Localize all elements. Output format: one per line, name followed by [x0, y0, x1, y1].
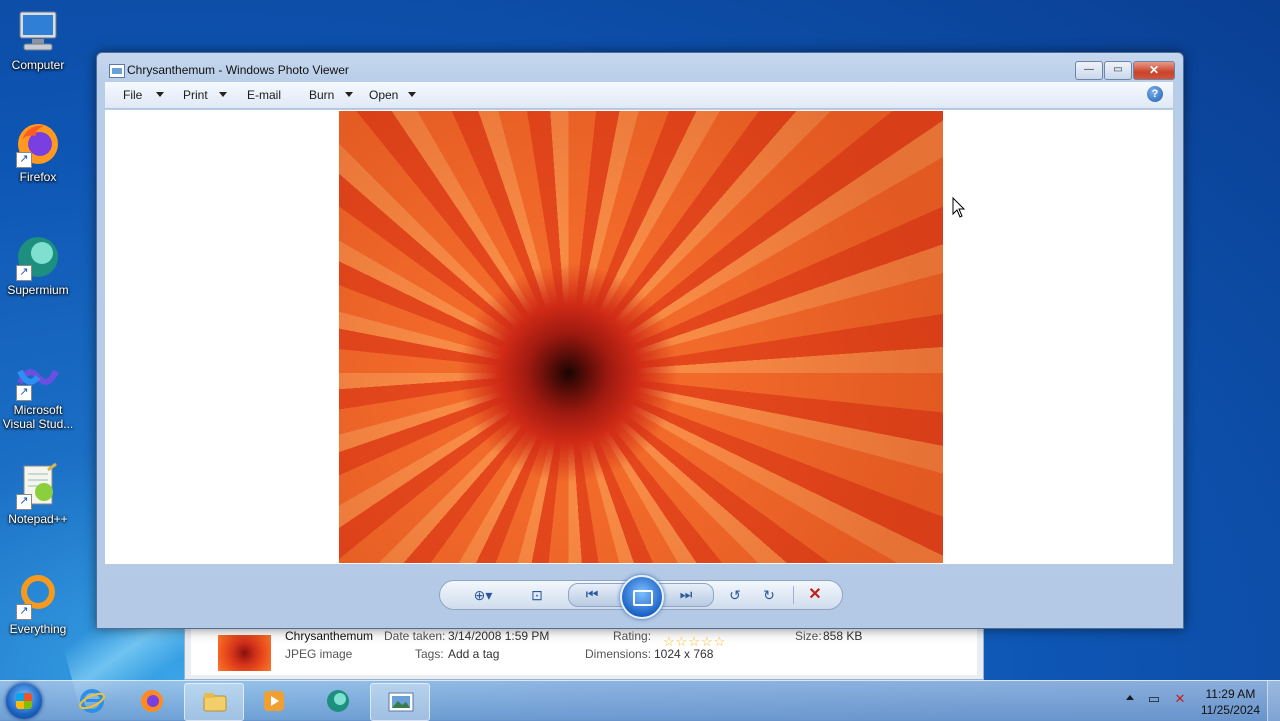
start-button[interactable]: [6, 683, 42, 719]
menu-bar: File Print E-mail Burn Open ?: [105, 82, 1173, 109]
supermium-icon: ↗: [14, 233, 62, 281]
firefox-icon: [141, 690, 163, 712]
photo-viewer-icon: [388, 692, 414, 712]
help-icon[interactable]: ?: [1147, 86, 1163, 102]
taskbar-photo-viewer[interactable]: [370, 683, 430, 721]
clock-time: 11:29 AM: [1205, 687, 1256, 701]
image-thumbnail[interactable]: [218, 635, 271, 671]
info-dimensions: 1024 x 768: [654, 647, 714, 661]
chrysanthemum-photo: [339, 111, 943, 563]
menu-file[interactable]: File: [123, 88, 142, 102]
desktop-icon-label: Firefox: [19, 170, 57, 184]
open-dropdown-caret-icon[interactable]: [408, 92, 416, 97]
minimize-button[interactable]: —: [1075, 61, 1103, 80]
photo-viewer-window: Chrysanthemum - Windows Photo Viewer — ▭…: [96, 52, 1184, 629]
info-pane-content: Chrysanthemum JPEG image Date taken: 3/1…: [191, 629, 977, 675]
print-dropdown-caret-icon[interactable]: [219, 92, 227, 97]
desktop-icon-label: Microsoft Visual Stud...: [2, 403, 74, 431]
rotate-counterclockwise-icon[interactable]: ↺: [724, 585, 746, 605]
menu-print[interactable]: Print: [183, 88, 208, 102]
info-filename: Chrysanthemum: [285, 629, 374, 643]
notepadpp-icon: ↗: [14, 462, 62, 510]
shortcut-arrow-icon: ↗: [16, 604, 32, 620]
previous-icon[interactable]: ⏮: [581, 584, 603, 604]
clock-date: 11/25/2024: [1200, 703, 1260, 717]
next-icon[interactable]: ⏭: [675, 584, 697, 604]
window-title: Chrysanthemum - Windows Photo Viewer: [127, 63, 349, 77]
desktop-icon-supermium[interactable]: ↗ Supermium: [2, 233, 74, 298]
show-hidden-icons-arrow[interactable]: [1126, 695, 1134, 700]
volume-muted-icon[interactable]: ✕: [1172, 691, 1188, 707]
slideshow-button[interactable]: [620, 575, 664, 619]
ie-icon: [79, 689, 105, 713]
visual-studio-icon: ↗: [14, 353, 62, 401]
menu-burn[interactable]: Burn: [309, 88, 334, 102]
firefox-icon: ↗: [14, 120, 62, 168]
desktop-icon-computer[interactable]: Computer: [2, 8, 74, 73]
burn-dropdown-caret-icon[interactable]: [345, 92, 353, 97]
taskbar-media-player[interactable]: [244, 683, 302, 719]
shortcut-arrow-icon: ↗: [16, 494, 32, 510]
taskbar-firefox[interactable]: [122, 683, 180, 719]
info-tags-label: Tags:: [415, 647, 444, 661]
desktop-icon-label: Notepad++: [8, 512, 68, 526]
info-date-taken-label: Date taken:: [384, 629, 446, 643]
info-add-tag[interactable]: Add a tag: [448, 647, 499, 661]
media-player-icon: [264, 691, 284, 711]
caption-buttons: — ▭ ✕: [1074, 61, 1175, 80]
shortcut-arrow-icon: ↗: [16, 385, 32, 401]
file-dropdown-caret-icon[interactable]: [156, 92, 164, 97]
info-size: 858 KB: [823, 629, 863, 643]
shortcut-arrow-icon: ↗: [16, 265, 32, 281]
shortcut-arrow-icon: ↗: [16, 152, 32, 168]
info-pane-window: Chrysanthemum JPEG image Date taken: 3/1…: [184, 622, 984, 680]
image-viewer-area: [105, 110, 1173, 564]
computer-icon: [14, 8, 62, 56]
desktop-icon-label: Computer: [11, 58, 65, 72]
close-button[interactable]: ✕: [1133, 61, 1175, 80]
viewer-controls-bar: ⊕▾ ⊡ ⏮ ⏭ ↺ ↻ ✕: [439, 575, 843, 619]
delete-icon[interactable]: ✕: [804, 585, 826, 605]
taskbar: ▭ ✕ 11:29 AM 11/25/2024: [0, 680, 1280, 721]
info-dimensions-label: Dimensions:: [585, 647, 652, 661]
desktop-icon-firefox[interactable]: ↗ Firefox: [2, 120, 74, 185]
menu-email[interactable]: E-mail: [247, 88, 281, 102]
maximize-button[interactable]: ▭: [1104, 61, 1132, 80]
desktop-icon-notepadpp[interactable]: ↗ Notepad++: [2, 462, 74, 527]
info-rating-label: Rating:: [613, 629, 652, 643]
rotate-clockwise-icon[interactable]: ↻: [758, 585, 780, 605]
info-date-taken[interactable]: 3/14/2008 1:59 PM: [448, 629, 549, 643]
controls-divider: [793, 586, 794, 604]
system-clock[interactable]: 11:29 AM 11/25/2024: [1201, 686, 1260, 718]
desktop-icon-label: Supermium: [7, 283, 69, 297]
info-filetype: JPEG image: [285, 647, 353, 661]
taskbar-supermium[interactable]: [308, 683, 366, 719]
info-size-label: Size:: [795, 629, 822, 643]
desktop-icon-visual-studio[interactable]: ↗ Microsoft Visual Stud...: [2, 353, 74, 431]
supermium-icon: [327, 690, 349, 712]
desktop-icon-label: Everything: [9, 622, 67, 636]
taskbar-ie[interactable]: [62, 683, 120, 719]
zoom-icon[interactable]: ⊕▾: [466, 585, 500, 605]
menu-open[interactable]: Open: [369, 88, 398, 102]
show-desktop-button[interactable]: [1267, 681, 1280, 721]
desktop-icon-everything[interactable]: ↗ Everything: [2, 572, 74, 637]
everything-icon: ↗: [14, 572, 62, 620]
network-icon[interactable]: ▭: [1146, 691, 1162, 707]
photo-viewer-app-icon: [109, 64, 125, 78]
actual-size-icon[interactable]: ⊡: [526, 585, 548, 605]
explorer-icon: [203, 693, 227, 712]
taskbar-explorer[interactable]: [184, 683, 244, 721]
